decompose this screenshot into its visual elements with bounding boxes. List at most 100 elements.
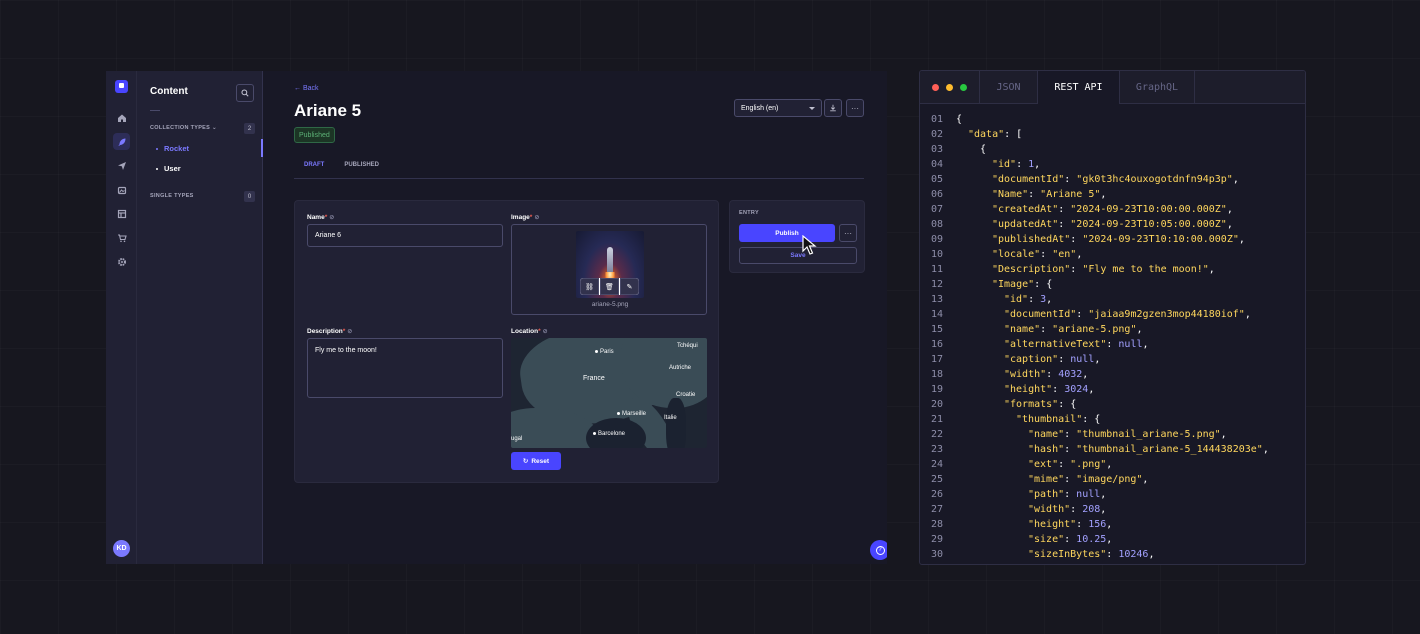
download-button[interactable] <box>824 99 842 117</box>
code-text: { <box>956 112 962 127</box>
code-token: : <box>1058 204 1071 215</box>
code-token: "createdAt" <box>992 204 1059 215</box>
home-icon[interactable] <box>113 109 130 126</box>
sidebar-item-user[interactable]: User <box>156 164 181 173</box>
tab-published[interactable]: PUBLISHED <box>334 156 389 179</box>
sidebar-item-rocket[interactable]: Rocket <box>156 144 189 153</box>
line-number: 19 <box>931 384 944 395</box>
gear-icon[interactable] <box>113 253 130 270</box>
code-token: "height" <box>1004 384 1053 395</box>
feather-icon[interactable] <box>113 133 130 150</box>
tab-draft[interactable]: DRAFT <box>294 156 335 179</box>
code-token: "id" <box>1004 294 1029 305</box>
single-types-label[interactable]: SINGLE TYPES <box>150 193 194 199</box>
layout-icon[interactable] <box>113 205 130 222</box>
close-window-dot[interactable] <box>932 84 939 91</box>
refresh-icon: ↻ <box>522 458 529 465</box>
tab-rest-api[interactable]: REST API <box>1037 71 1119 104</box>
code-token: : <box>1064 429 1077 440</box>
code-token: , <box>1100 504 1107 515</box>
search-icon <box>241 89 249 97</box>
edit-view: ← Back Ariane 5 Published English (en) ·… <box>263 71 887 564</box>
code-token: "locale" <box>992 249 1041 260</box>
code-token: , <box>1142 339 1149 350</box>
user-avatar[interactable]: KD <box>113 540 130 557</box>
subnav-search-button[interactable] <box>236 84 254 102</box>
tab-json[interactable]: JSON <box>979 71 1037 104</box>
delete-image-button[interactable]: 🗑 <box>600 278 619 295</box>
draft-published-tabs: DRAFT PUBLISHED <box>294 156 389 179</box>
locale-select[interactable]: English (en) <box>734 99 822 117</box>
maximize-window-dot[interactable] <box>960 84 967 91</box>
line-number: 17 <box>931 354 944 365</box>
line-number: 15 <box>931 324 944 335</box>
code-line: 23 "hash": "thumbnail_ariane-5_144438203e… <box>920 442 1305 457</box>
code-token: : <box>1070 264 1083 275</box>
line-number: 06 <box>931 189 944 200</box>
code-token: "path" <box>1028 489 1065 500</box>
code-token: "id" <box>992 159 1017 170</box>
back-link[interactable]: ← Back <box>294 85 319 92</box>
code-text: "mime": "image/png", <box>956 472 1148 487</box>
line-number: 08 <box>931 219 944 230</box>
minimize-window-dot[interactable] <box>946 84 953 91</box>
description-field-label: Description* ⊘ <box>307 328 353 335</box>
cart-icon[interactable] <box>113 229 130 246</box>
location-map[interactable]: Paris Tchéqui France Autriche Croatie Ma… <box>511 338 707 448</box>
page-title: Ariane 5 <box>294 101 362 120</box>
code-text: "ext": ".png", <box>956 457 1112 472</box>
publish-button[interactable]: Publish <box>739 224 835 242</box>
single-types-count: 0 <box>244 191 255 202</box>
code-token: , <box>1076 249 1083 260</box>
code-token: "en" <box>1052 249 1077 260</box>
code-token: ".png" <box>1070 459 1107 470</box>
entry-more-button[interactable]: ··· <box>839 224 857 242</box>
code-token: : { <box>1034 279 1053 290</box>
name-input[interactable]: Ariane 6 <box>307 224 503 247</box>
code-line: 15 "name": "ariane-5.png", <box>920 322 1305 337</box>
code-token: "updatedAt" <box>992 219 1059 230</box>
image-media-field[interactable]: ⛓ 🗑 ✎ ariane-5.png <box>511 224 707 315</box>
map-label-tchequie: Tchéqui <box>677 343 698 349</box>
code-token: , <box>1244 309 1251 320</box>
code-text: "Image": { <box>956 277 1052 292</box>
code-text: "name": "ariane-5.png", <box>956 322 1143 337</box>
code-token: , <box>1100 189 1107 200</box>
code-text: "documentId": "jaiaa9m2gzen3mop44180iof"… <box>956 307 1251 322</box>
code-token: : <box>1058 354 1071 365</box>
reset-button[interactable]: ↻ Reset <box>511 452 561 470</box>
code-token: , <box>1226 219 1233 230</box>
help-button[interactable]: ? <box>870 540 887 560</box>
collection-types-count: 2 <box>244 123 255 134</box>
subnav-divider <box>150 110 160 111</box>
code-line: 29 "size": 10.25, <box>920 532 1305 547</box>
more-actions-button[interactable]: ··· <box>846 99 864 117</box>
tab-graphql[interactable]: GraphQL <box>1119 71 1195 104</box>
media-library-icon[interactable] <box>113 181 130 198</box>
collection-types-label[interactable]: COLLECTION TYPES ⌄ <box>150 125 217 131</box>
code-token: "2024-09-23T10:00:00.000Z" <box>1070 204 1227 215</box>
code-token: 208 <box>1082 504 1101 515</box>
paper-plane-icon[interactable] <box>113 157 130 174</box>
code-line: 02 "data": [ <box>920 127 1305 142</box>
line-number: 11 <box>931 264 944 275</box>
chevron-down-icon <box>809 107 815 110</box>
description-textarea[interactable]: Fly me to the moon! <box>307 338 503 398</box>
code-line: 18 "width": 4032, <box>920 367 1305 382</box>
code-token: , <box>1238 234 1245 245</box>
code-token: : <box>1064 174 1077 185</box>
edit-image-button[interactable]: ✎ <box>620 278 639 295</box>
code-token: "Name" <box>992 189 1029 200</box>
code-text: "name": "thumbnail_ariane-5.png", <box>956 427 1227 442</box>
entry-form: Name* ⊘ Ariane 6 Image* ⊘ ⛓ 🗑 ✎ ariane-5.p… <box>294 200 719 483</box>
content-subnav: Content COLLECTION TYPES ⌄ 2 Rocket User… <box>137 71 263 564</box>
code-token: "ariane-5.png" <box>1052 324 1137 335</box>
copy-link-button[interactable]: ⛓ <box>580 278 599 295</box>
code-token: "Description" <box>992 264 1071 275</box>
code-token: : <box>1070 234 1083 245</box>
save-button[interactable]: Save <box>739 247 857 264</box>
code-token: , <box>1106 534 1113 545</box>
app-logo[interactable] <box>115 80 128 93</box>
code-line: 30 "sizeInBytes": 10246, <box>920 547 1305 562</box>
code-token: , <box>1232 174 1239 185</box>
